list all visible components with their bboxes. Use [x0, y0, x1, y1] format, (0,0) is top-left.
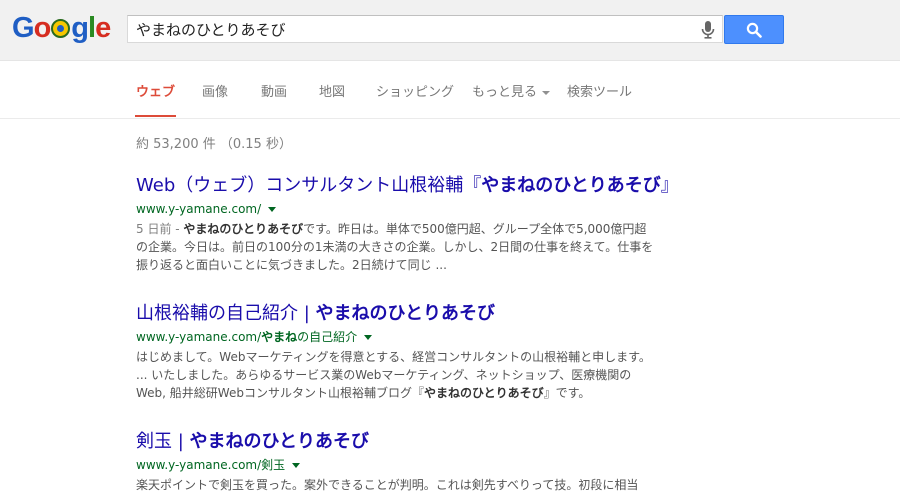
search-button[interactable] — [724, 15, 784, 44]
tab-web[interactable]: ウェブ — [134, 81, 177, 117]
url-options-caret-icon[interactable] — [268, 207, 277, 212]
tab-more[interactable]: もっと見る — [472, 81, 551, 100]
result-url: www.y-yamane.com/やまねの自己紹介 — [136, 329, 651, 345]
top-bar: Go gle — [0, 0, 900, 61]
logo-letter-l: l — [88, 12, 96, 44]
search-input[interactable] — [136, 18, 696, 40]
result-url-text: www.y-yamane.com/ — [136, 202, 262, 216]
search-tabs: ウェブ 画像 動画 地図 ショッピング もっと見る 検索ツール — [0, 61, 900, 119]
tab-videos[interactable]: 動画 — [261, 81, 287, 100]
search-box — [127, 15, 723, 43]
url-options-caret-icon[interactable] — [364, 335, 373, 340]
microphone-icon[interactable] — [700, 20, 716, 40]
result-url-text-end: の自己紹介 — [297, 330, 358, 344]
result-url-text: www.y-yamane.com/剣玉 — [136, 458, 286, 472]
snippet-highlight: やまねのひとりあそび — [183, 222, 304, 236]
result-url-text: www.y-yamane.com/ — [136, 330, 262, 344]
search-icon — [746, 22, 762, 38]
result-title-text-end: 』 — [660, 175, 679, 196]
search-result: Web（ウェブ）コンサルタント山根裕輔『やまねのひとりあそび』 www.y-ya… — [136, 175, 679, 274]
result-snippet: 5 日前 - やまねのひとりあそびです。昨日は。単体で500億円超、グループ全体… — [136, 220, 656, 274]
result-snippet: はじめまして。Webマーケティングを得意とする、経営コンサルタントの山根裕輔と申… — [136, 348, 651, 402]
snippet-text: 楽天ポイントで剣玉を買った。案外できることが判明。これは剣先すべりって技。初段に… — [136, 478, 639, 492]
result-title-highlight: やまねのひとりあそび — [315, 303, 495, 324]
url-options-caret-icon[interactable] — [292, 463, 301, 468]
result-url: www.y-yamane.com/剣玉 — [136, 457, 656, 473]
result-stats: 約 53,200 件 （0.15 秒） — [136, 137, 292, 152]
caret-down-icon — [542, 90, 551, 95]
result-title-link[interactable]: 剣玉 | やまねのひとりあそび — [136, 431, 656, 453]
snippet-text-end: 』です。 — [543, 386, 591, 400]
logo-letter-g: G — [12, 12, 35, 44]
logo-letter-g2: g — [71, 12, 89, 44]
snippet-highlight: やまねのひとりあそび — [423, 386, 544, 400]
result-title-link[interactable]: Web（ウェブ）コンサルタント山根裕輔『やまねのひとりあそび』 — [136, 175, 679, 197]
result-url-highlight: やまね — [261, 330, 298, 344]
logo-letter-e: e — [95, 12, 111, 44]
search-result: 剣玉 | やまねのひとりあそび www.y-yamane.com/剣玉 楽天ポイ… — [136, 431, 656, 494]
result-title-text: 山根裕輔の自己紹介 | — [136, 303, 316, 324]
logo-letter-o1: o — [33, 12, 52, 44]
result-title-text: 剣玉 | — [136, 431, 190, 452]
tab-maps[interactable]: 地図 — [319, 81, 345, 100]
tab-search-tools[interactable]: 検索ツール — [567, 81, 632, 100]
tab-shopping[interactable]: ショッピング — [376, 81, 454, 100]
result-url: www.y-yamane.com/ — [136, 201, 656, 217]
search-result: 山根裕輔の自己紹介 | やまねのひとりあそび www.y-yamane.com/… — [136, 303, 651, 402]
tab-images[interactable]: 画像 — [202, 81, 228, 100]
google-logo[interactable]: Go gle — [12, 10, 111, 46]
tab-more-label: もっと見る — [472, 85, 538, 100]
soccer-ball-doodle-icon — [51, 19, 71, 38]
result-title-highlight: やまねのひとりあそび — [189, 431, 369, 452]
result-snippet: 楽天ポイントで剣玉を買った。案外できることが判明。これは剣先すべりって技。初段に… — [136, 476, 656, 494]
result-title-link[interactable]: 山根裕輔の自己紹介 | やまねのひとりあそび — [136, 303, 651, 325]
result-title-text: Web（ウェブ）コンサルタント山根裕輔『 — [136, 175, 482, 196]
result-title-highlight: やまねのひとりあそび — [481, 175, 661, 196]
result-date: 5 日前 - — [136, 222, 184, 236]
